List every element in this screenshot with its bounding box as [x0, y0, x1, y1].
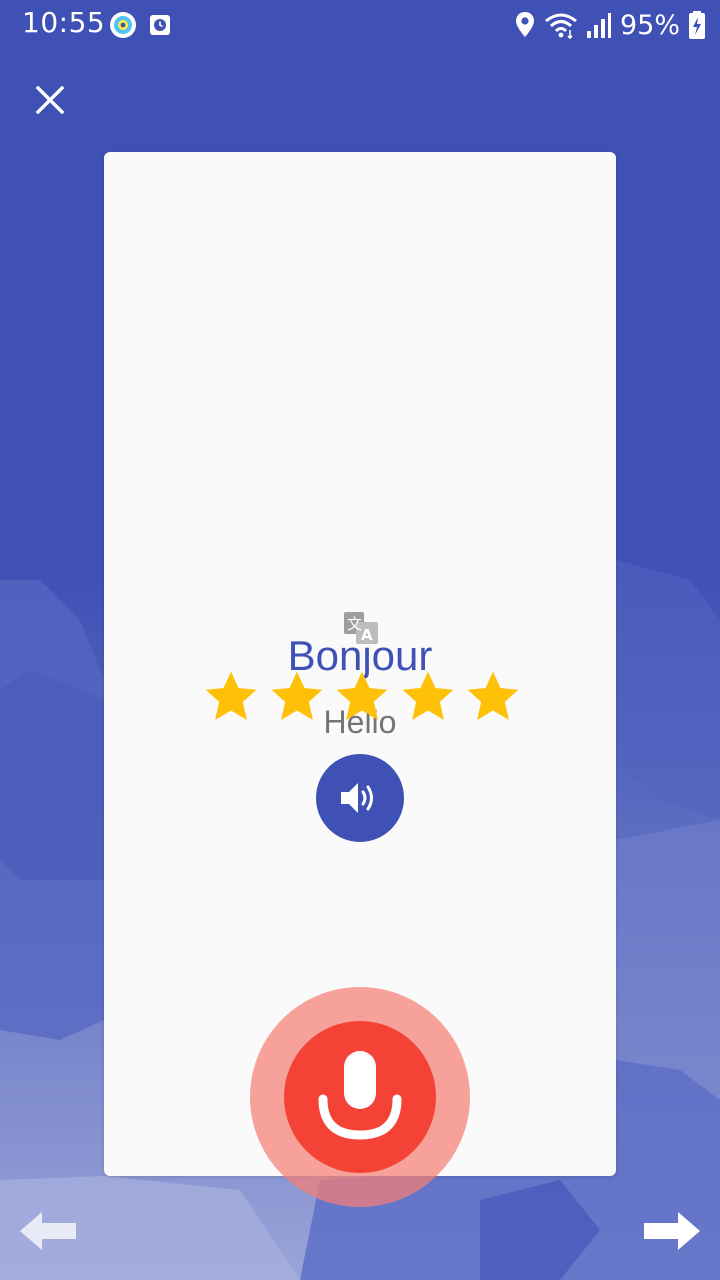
close-icon	[35, 85, 65, 115]
speaker-button[interactable]	[316, 754, 404, 842]
translate-icon[interactable]: 文 A	[342, 610, 380, 648]
signal-icon	[586, 13, 611, 38]
clock-app-icon	[150, 15, 170, 35]
star-icon	[271, 671, 322, 720]
star-icon	[402, 671, 453, 720]
close-button[interactable]	[26, 76, 74, 124]
mail-app-icon	[110, 12, 136, 38]
microphone-button[interactable]	[284, 1021, 436, 1173]
next-card-button[interactable]	[640, 1206, 704, 1256]
status-icons: 95%	[514, 8, 706, 42]
status-time: 10:55	[22, 6, 106, 39]
battery-percent: 95%	[619, 9, 680, 41]
arrow-right-icon	[644, 1212, 700, 1250]
microphone-icon	[318, 1051, 402, 1140]
svg-text:文: 文	[347, 615, 362, 633]
arrow-left-icon	[20, 1212, 76, 1250]
battery-charging-icon	[689, 11, 705, 39]
svg-text:A: A	[361, 626, 373, 644]
location-icon	[515, 12, 534, 37]
star-icon	[336, 671, 388, 720]
speaker-icon	[341, 783, 373, 813]
rating-stars	[202, 668, 522, 730]
star-icon	[467, 671, 519, 720]
wifi-icon	[545, 13, 577, 39]
previous-card-button[interactable]	[16, 1206, 80, 1256]
star-icon	[205, 671, 257, 720]
status-bar: 10:55 95%	[0, 0, 720, 50]
flashcard-screen: 10:55 95% Bonjour Hello 文 A	[0, 0, 720, 1280]
